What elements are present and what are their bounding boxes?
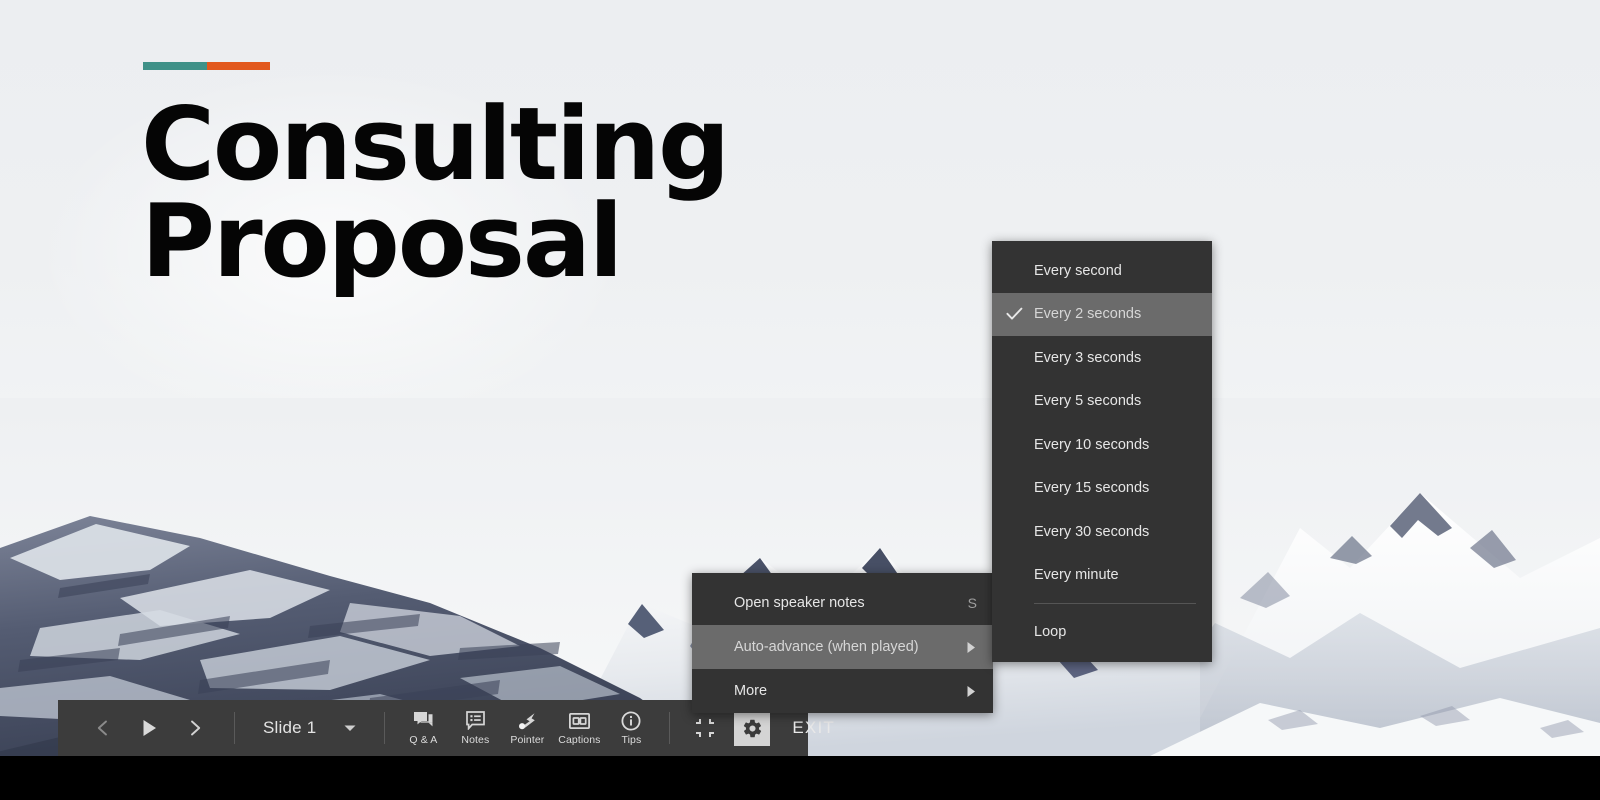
- slide-title: Consulting Proposal: [141, 85, 730, 300]
- closed-caption-icon: [568, 711, 590, 731]
- previous-slide-button[interactable]: [80, 700, 126, 756]
- accent-segment-orange: [206, 62, 270, 70]
- menu-item-label: Every 3 seconds: [1034, 349, 1142, 366]
- context-menu: Open speaker notes S Auto-advance (when …: [692, 573, 993, 713]
- info-circle-icon: [621, 710, 641, 731]
- play-icon: [143, 720, 156, 736]
- next-slide-button[interactable]: [172, 700, 218, 756]
- submenu-item-loop[interactable]: Loop: [992, 610, 1212, 654]
- menu-item-label: Every second: [1034, 262, 1122, 279]
- menu-item-label: Every minute: [1034, 567, 1119, 584]
- submenu-arrow-icon: [966, 685, 977, 698]
- notes-icon: [466, 711, 485, 731]
- chevron-left-icon: [97, 720, 107, 736]
- menu-item-more[interactable]: More: [692, 669, 993, 713]
- toolbar-divider-1: [234, 712, 235, 744]
- menu-item-label: Every 5 seconds: [1034, 393, 1142, 410]
- submenu-divider: [1034, 603, 1196, 604]
- pointer-label: Pointer: [510, 733, 545, 746]
- slide-selector[interactable]: Slide 1: [245, 700, 374, 756]
- auto-advance-submenu: Every second Every 2 seconds Every 3 sec…: [992, 241, 1212, 662]
- submenu-item-every-30-seconds[interactable]: Every 30 seconds: [992, 510, 1212, 554]
- tips-button[interactable]: Tips: [605, 700, 657, 756]
- checkmark-icon: [1006, 307, 1023, 321]
- pointer-button[interactable]: Pointer: [501, 700, 553, 756]
- submenu-item-every-second[interactable]: Every second: [992, 249, 1212, 293]
- qa-button[interactable]: Q & A: [397, 700, 449, 756]
- menu-item-label: Every 2 seconds: [1034, 306, 1142, 323]
- settings-button[interactable]: [734, 710, 771, 746]
- menu-item-label: Auto-advance (when played): [734, 639, 919, 655]
- toolbar-divider-2: [384, 712, 386, 744]
- navigation-controls: [58, 700, 224, 756]
- laser-pointer-icon: [517, 711, 537, 731]
- chevron-right-icon: [191, 720, 201, 736]
- accent-rule: [143, 62, 270, 70]
- chevron-down-icon: [344, 725, 356, 731]
- slide-selector-label: Slide 1: [263, 718, 317, 737]
- captions-button[interactable]: Captions: [553, 700, 605, 756]
- menu-item-label: Every 30 seconds: [1034, 523, 1150, 540]
- submenu-item-every-10-seconds[interactable]: Every 10 seconds: [992, 423, 1212, 467]
- gear-icon: [743, 719, 762, 737]
- menu-item-label: More: [734, 683, 768, 699]
- notes-button[interactable]: Notes: [449, 700, 501, 756]
- submenu-item-every-minute[interactable]: Every minute: [992, 554, 1212, 598]
- tool-buttons: Q & A Notes Pointer Captions Tips: [395, 700, 659, 756]
- accent-segment-teal: [143, 62, 207, 70]
- submenu-item-every-3-seconds[interactable]: Every 3 seconds: [992, 336, 1212, 380]
- toolbar-divider-3: [669, 712, 671, 744]
- play-button[interactable]: [126, 700, 172, 756]
- menu-item-open-speaker-notes[interactable]: Open speaker notes S: [692, 581, 993, 625]
- speech-bubble-icon: [413, 711, 434, 731]
- submenu-item-every-2-seconds[interactable]: Every 2 seconds: [992, 292, 1212, 336]
- menu-item-label: Loop: [1034, 623, 1067, 640]
- menu-item-label: Every 15 seconds: [1034, 480, 1150, 497]
- menu-item-shortcut: S: [967, 595, 977, 611]
- exit-fullscreen-icon: [696, 719, 715, 737]
- submenu-item-every-15-seconds[interactable]: Every 15 seconds: [992, 467, 1212, 511]
- menu-item-auto-advance[interactable]: Auto-advance (when played): [692, 625, 993, 669]
- menu-item-label: Open speaker notes: [734, 595, 865, 611]
- submenu-arrow-icon: [966, 641, 977, 654]
- menu-item-label: Every 10 seconds: [1034, 436, 1150, 453]
- notes-label: Notes: [461, 733, 490, 746]
- submenu-item-every-5-seconds[interactable]: Every 5 seconds: [992, 380, 1212, 424]
- captions-label: Captions: [558, 733, 601, 746]
- tips-label: Tips: [621, 733, 642, 746]
- presentation-stage: Consulting Proposal Slide 1 Q & A Notes …: [0, 0, 1600, 800]
- qa-label: Q & A: [409, 733, 438, 746]
